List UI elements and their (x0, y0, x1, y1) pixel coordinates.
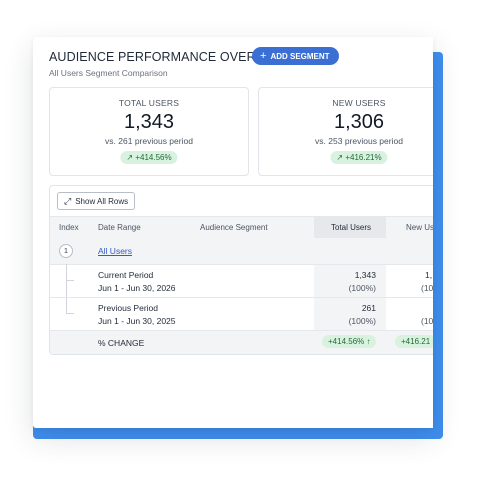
segment-link-all-users[interactable]: All Users (98, 246, 132, 256)
table-row: Current Period Jun 1 - Jun 30, 2026 1,34… (50, 265, 433, 298)
table-row-change: % CHANGE +414.56% ↑ +416.21 (50, 331, 433, 354)
audience-overview-card: AUDIENCE PERFORMANCE OVERVIEW All Users … (33, 37, 433, 428)
kpi-label: NEW USERS (332, 98, 386, 108)
column-header-new-users[interactable]: New Us (406, 223, 433, 232)
table-row: Previous Period Jun 1 - Jun 30, 2025 261… (50, 298, 433, 331)
total-users-value: 261 (361, 303, 376, 313)
period-label: Current Period (98, 270, 154, 280)
total-users-change-badge: +414.56% ↑ (322, 335, 377, 348)
kpi-card-new-users: NEW USERS 1,306 vs. 253 previous period … (258, 87, 433, 176)
change-row-label: % CHANGE (98, 338, 145, 348)
expand-arrows-icon: ⤢ (64, 195, 72, 206)
period-dates: Jun 1 - Jun 30, 2025 (98, 316, 176, 326)
kpi-previous: vs. 253 previous period (315, 136, 403, 146)
add-segment-label: ADD SEGMENT (270, 51, 330, 61)
show-all-rows-label: Show All Rows (75, 196, 129, 206)
new-users-pct: (10 (421, 283, 433, 293)
column-header-date-range[interactable]: Date Range (98, 223, 141, 232)
period-label: Previous Period (98, 303, 159, 313)
plus-icon: + (260, 49, 267, 62)
new-users-value: 1, (425, 270, 433, 280)
new-users-change-badge: +416.21 (395, 335, 433, 348)
total-users-pct: (100%) (348, 316, 376, 326)
add-segment-button[interactable]: + ADD SEGMENT (252, 47, 339, 65)
segment-table-panel: ⤢ Show All Rows Index Date Range Audienc… (49, 185, 433, 355)
row-index-badge: 1 (59, 244, 73, 258)
new-users-pct: (10 (421, 316, 433, 326)
column-header-total-users[interactable]: Total Users (331, 223, 371, 232)
kpi-value: 1,343 (123, 111, 175, 133)
total-users-pct: (100%) (348, 283, 376, 293)
show-all-rows-button[interactable]: ⤢ Show All Rows (57, 192, 136, 210)
kpi-change-badge: ↗ +414.56% (120, 151, 178, 164)
page-subtitle: All Users Segment Comparison (49, 68, 168, 78)
total-users-value: 1,343 (354, 270, 376, 280)
kpi-card-total-users: TOTAL USERS 1,343 vs. 261 previous perio… (49, 87, 249, 176)
kpi-label: TOTAL USERS (118, 98, 180, 108)
period-dates: Jun 1 - Jun 30, 2026 (98, 283, 176, 293)
kpi-previous: vs. 261 previous period (105, 136, 193, 146)
kpi-value: 1,306 (333, 111, 385, 133)
column-header-audience-segment[interactable]: Audience Segment (200, 223, 268, 232)
kpi-change-badge: ↗ +416.21% (330, 151, 388, 164)
table-header: Index Date Range Audience Segment Total … (50, 216, 433, 239)
column-header-index[interactable]: Index (59, 223, 79, 232)
table-row-group: 1 All Users (50, 238, 433, 265)
